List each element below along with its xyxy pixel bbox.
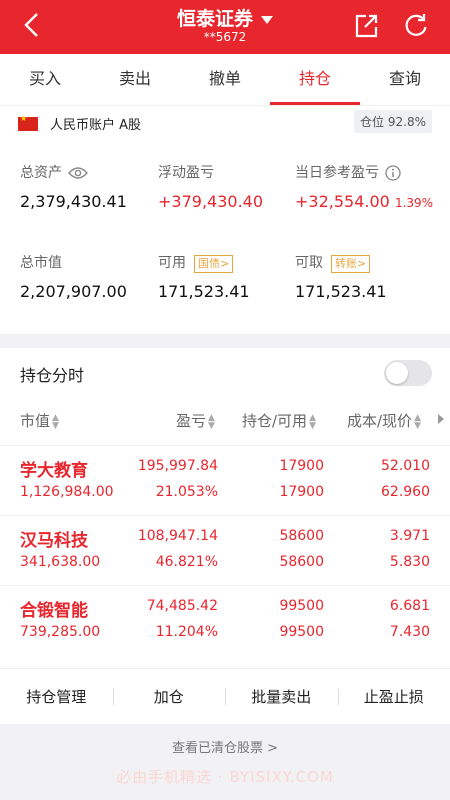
trade-tabs: 买入 卖出 撤单 持仓 查询: [0, 54, 450, 106]
col-cost-price-label: 成本/现价: [347, 412, 413, 430]
china-flag-icon: [18, 114, 38, 131]
row-available: 17900: [279, 484, 324, 500]
available-label-row: 可用 国债>: [158, 252, 234, 273]
stop-profit-loss-button[interactable]: 止盈止损: [337, 686, 450, 707]
col-holding[interactable]: 持仓/可用 ▲ ▼: [242, 410, 316, 431]
stock-name: 学大教育: [20, 461, 88, 481]
account-switcher[interactable]: 恒泰证券: [0, 4, 450, 31]
dropdown-caret-icon: [261, 15, 273, 24]
total-assets-value: 2,379,430.41: [20, 192, 127, 211]
timeshare-toggle[interactable]: [384, 360, 432, 386]
row-available: 58600: [279, 554, 324, 570]
floating-pnl-label: 浮动盈亏: [158, 165, 214, 181]
manage-holdings-button[interactable]: 持仓管理: [0, 686, 113, 707]
transfer-link[interactable]: 转账>: [331, 255, 371, 273]
tab-sell[interactable]: 卖出: [90, 54, 180, 105]
row-holding: 17900: [279, 458, 324, 474]
batch-sell-button[interactable]: 批量卖出: [225, 686, 338, 707]
col-pnl[interactable]: 盈亏 ▲ ▼: [176, 410, 215, 431]
position-badge: 仓位 92.8%: [354, 110, 432, 133]
row-pnl-pct: 11.204%: [155, 624, 218, 640]
row-price: 7.430: [389, 624, 430, 640]
stock-name: 合锻智能: [20, 601, 88, 621]
sort-icon: ▲ ▼: [52, 412, 59, 431]
table-row[interactable]: 汉马科技 341,638.00 108,947.14 46.821% 58600…: [0, 515, 450, 585]
market-value-value: 2,207,907.00: [20, 282, 127, 301]
row-pnl: 195,997.84: [137, 458, 218, 474]
row-cost: 52.010: [381, 458, 430, 474]
sort-icon: ▲ ▼: [414, 412, 421, 431]
account-summary: 人民币账户 A股 仓位 92.8% 总资产 2,379,430.41 浮动盈亏 …: [0, 106, 450, 334]
market-value-label: 总市值: [20, 255, 62, 271]
row-available: 99500: [279, 624, 324, 640]
available-value: 171,523.41: [158, 282, 250, 301]
row-cost: 6.681: [389, 598, 430, 614]
col-cost-price[interactable]: 成本/现价 ▲ ▼: [347, 410, 421, 431]
position-label: 仓位: [360, 115, 385, 129]
row-holding: 58600: [279, 528, 324, 544]
scroll-right-icon[interactable]: [438, 414, 444, 424]
add-position-button[interactable]: 加仓: [112, 686, 226, 707]
account-name: 人民币账户 A股: [50, 118, 142, 133]
row-price: 62.960: [381, 484, 430, 500]
holdings-timeshare-title: 持仓分时: [20, 366, 85, 385]
day-pnl-value: +32,554.00: [295, 192, 390, 211]
row-pnl-pct: 46.821%: [155, 554, 218, 570]
withdrawable-label: 可取: [295, 255, 323, 271]
sort-icon: ▲ ▼: [208, 412, 215, 431]
sort-icon: ▲ ▼: [309, 412, 316, 431]
holdings-actions: 持仓管理 加仓 批量卖出 止盈止损: [0, 668, 450, 724]
col-market-value[interactable]: 市值 ▲ ▼: [20, 410, 59, 431]
day-pnl-value-row: +32,554.00 1.39%: [295, 192, 433, 211]
day-pnl-label: 当日参考盈亏: [295, 165, 379, 181]
refresh-icon[interactable]: [402, 12, 430, 40]
col-market-value-label: 市值: [20, 412, 51, 430]
account-number: **5672: [203, 30, 247, 44]
withdrawable-label-row: 可取 转账>: [295, 252, 371, 273]
tab-query[interactable]: 查询: [360, 54, 450, 105]
tab-buy[interactable]: 买入: [0, 54, 90, 105]
row-market-value: 341,638.00: [20, 554, 101, 570]
col-holding-label: 持仓/可用: [242, 412, 308, 430]
table-row[interactable]: 合锻智能 739,285.00 74,485.42 11.204% 99500 …: [0, 585, 450, 655]
bond-link[interactable]: 国债>: [194, 255, 234, 273]
row-cost: 3.971: [389, 528, 430, 544]
day-pnl-label-row: 当日参考盈亏: [295, 162, 401, 182]
holdings-panel: 持仓分时 市值 ▲ ▼ 盈亏 ▲ ▼ 持仓/可用 ▲ ▼ 成本/现价 ▲ ▼ 学大教育 1,12…: [0, 348, 450, 668]
eye-icon[interactable]: [68, 166, 88, 180]
floating-pnl-value: +379,430.40: [158, 192, 264, 211]
total-assets-label: 总资产: [20, 165, 62, 181]
day-pnl-pct: 1.39%: [394, 196, 434, 210]
total-assets-label-row: 总资产: [20, 162, 88, 182]
row-price: 5.830: [389, 554, 430, 570]
share-icon[interactable]: [352, 12, 380, 40]
row-market-value: 1,126,984.00: [20, 484, 114, 500]
col-pnl-label: 盈亏: [176, 412, 207, 430]
row-market-value: 739,285.00: [20, 624, 101, 640]
stock-name: 汉马科技: [20, 531, 88, 551]
table-row[interactable]: 学大教育 1,126,984.00 195,997.84 21.053% 179…: [0, 445, 450, 515]
row-pnl: 74,485.42: [146, 598, 218, 614]
tab-holdings[interactable]: 持仓: [270, 54, 360, 105]
position-value: 92.8%: [387, 115, 426, 129]
watermark-text: 必由手机精选 · BYISIXY.COM: [116, 768, 334, 786]
tab-cancel[interactable]: 撤单: [180, 54, 270, 105]
row-pnl-pct: 21.053%: [155, 484, 218, 500]
account-line: 人民币账户 A股: [18, 114, 141, 133]
available-label: 可用: [158, 255, 186, 271]
row-pnl: 108,947.14: [137, 528, 218, 544]
row-holding: 99500: [279, 598, 324, 614]
app-header: 恒泰证券 **5672: [0, 0, 450, 54]
info-icon[interactable]: [385, 165, 401, 181]
broker-title: 恒泰证券: [176, 8, 253, 30]
withdrawable-value: 171,523.41: [295, 282, 387, 301]
toggle-knob: [386, 362, 408, 384]
